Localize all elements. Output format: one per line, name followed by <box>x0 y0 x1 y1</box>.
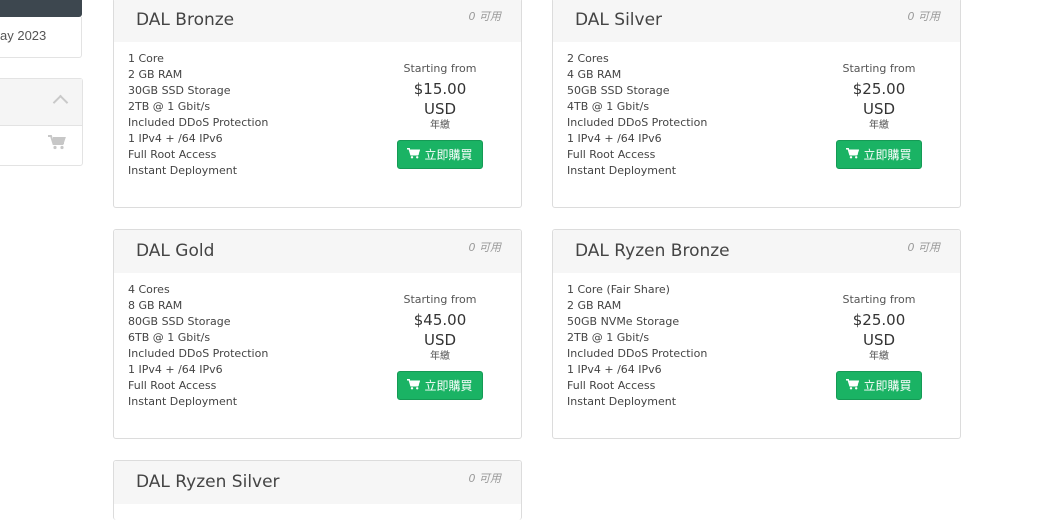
feature-item: Instant Deployment <box>128 395 238 408</box>
feature-item: Included DDoS Protection <box>567 347 708 360</box>
order-now-label: 立即購買 <box>424 148 473 162</box>
product-card-dal-silver: DAL Silver 0 可用 2 Cores 4 GB RAM 50GB SS… <box>552 0 961 208</box>
cart-icon <box>407 378 421 393</box>
feature-item: Full Root Access <box>128 379 217 392</box>
availability-count: 0 可用 <box>468 241 502 254</box>
feature-item: 8 GB RAM <box>128 299 183 312</box>
feature-item: Instant Deployment <box>567 164 677 177</box>
price-value: $15.00 USD <box>413 80 467 118</box>
feature-item: 1 Core <box>128 52 164 65</box>
feature-item: 1 IPv4 + /64 IPv6 <box>567 132 662 145</box>
product-card-header: DAL Bronze 0 可用 <box>114 0 521 42</box>
billing-cycle: 年繳 <box>869 351 889 362</box>
feature-item: 30GB SSD Storage <box>128 84 231 97</box>
feature-item: 1 Core (Fair Share) <box>567 283 670 296</box>
feature-item: 2TB @ 1 Gbit/s <box>567 331 650 344</box>
product-title: DAL Ryzen Bronze <box>575 241 730 261</box>
order-now-button[interactable]: 立即購買 <box>836 140 922 169</box>
cart-icon <box>407 147 421 162</box>
product-card-dal-ryzen-silver: DAL Ryzen Silver 0 可用 <box>113 460 522 520</box>
availability-count: 0 可用 <box>907 10 941 23</box>
feature-item: Full Root Access <box>567 148 656 161</box>
cart-icon[interactable] <box>48 135 66 155</box>
feature-item: 4TB @ 1 Gbit/s <box>567 100 650 113</box>
product-card-header: DAL Gold 0 可用 <box>114 230 521 273</box>
feature-item: 2 Cores <box>567 52 609 65</box>
billing-cycle: 年繳 <box>869 120 889 131</box>
feature-item: Included DDoS Protection <box>567 116 708 129</box>
product-card-header: DAL Ryzen Silver 0 可用 <box>114 461 521 504</box>
price-box: Starting from $15.00 USD 年繳 立即購買 <box>396 62 484 169</box>
price-box: Starting from $25.00 USD 年繳 立即購買 <box>835 293 923 400</box>
feature-item: Full Root Access <box>128 148 217 161</box>
starting-from-label: Starting from <box>403 293 477 306</box>
price-box: Starting from $25.00 USD 年繳 立即購買 <box>835 62 923 169</box>
order-now-button[interactable]: 立即購買 <box>836 371 922 400</box>
product-title: DAL Gold <box>136 241 215 261</box>
product-card-dal-ryzen-bronze: DAL Ryzen Bronze 0 可用 1 Core (Fair Share… <box>552 229 961 439</box>
sidebar-panel-header[interactable] <box>0 79 82 126</box>
price-value: $25.00 USD <box>852 311 906 349</box>
product-card-header: DAL Silver 0 可用 <box>553 0 960 42</box>
feature-item: 1 IPv4 + /64 IPv6 <box>128 132 223 145</box>
feature-item: Included DDoS Protection <box>128 347 269 360</box>
feature-list: 1 Core 2 GB RAM 30GB SSD Storage 2TB @ 1… <box>128 51 268 179</box>
product-title: DAL Silver <box>575 10 663 30</box>
feature-item: 50GB SSD Storage <box>567 84 670 97</box>
price-value: $45.00 USD <box>413 311 467 349</box>
feature-list: 2 Cores 4 GB RAM 50GB SSD Storage 4TB @ … <box>567 51 707 179</box>
starting-from-label: Starting from <box>842 293 916 306</box>
order-now-label: 立即購買 <box>863 148 912 162</box>
order-now-button[interactable]: 立即購買 <box>397 140 483 169</box>
billing-cycle: 年繳 <box>430 351 450 362</box>
order-now-label: 立即購買 <box>424 379 473 393</box>
product-title: DAL Bronze <box>136 10 235 30</box>
order-now-button[interactable]: 立即購買 <box>397 371 483 400</box>
feature-item: Included DDoS Protection <box>128 116 269 129</box>
product-card-dal-bronze: DAL Bronze 0 可用 1 Core 2 GB RAM 30GB SSD… <box>113 0 522 208</box>
product-card-dal-gold: DAL Gold 0 可用 4 Cores 8 GB RAM 80GB SSD … <box>113 229 522 439</box>
sidebar-cart-panel <box>0 78 83 166</box>
availability-count: 0 可用 <box>907 241 941 254</box>
order-now-label: 立即購買 <box>863 379 912 393</box>
sidebar-date-text: ay 2023 <box>0 28 47 43</box>
sidebar-dark-header <box>0 0 82 17</box>
product-title: DAL Ryzen Silver <box>136 472 280 492</box>
feature-item: Full Root Access <box>567 379 656 392</box>
cart-icon <box>846 147 860 162</box>
feature-item: Instant Deployment <box>128 164 238 177</box>
feature-item: 80GB SSD Storage <box>128 315 231 328</box>
availability-count: 0 可用 <box>468 472 502 485</box>
feature-list: 4 Cores 8 GB RAM 80GB SSD Storage 6TB @ … <box>128 282 268 410</box>
feature-item: 2 GB RAM <box>567 299 622 312</box>
availability-count: 0 可用 <box>468 10 502 23</box>
feature-item: 4 GB RAM <box>567 68 622 81</box>
price-value: $25.00 USD <box>852 80 906 118</box>
chevron-up-icon[interactable] <box>52 94 69 111</box>
feature-item: 50GB NVMe Storage <box>567 315 680 328</box>
feature-item: 6TB @ 1 Gbit/s <box>128 331 211 344</box>
feature-list: 1 Core (Fair Share) 2 GB RAM 50GB NVMe S… <box>567 282 707 410</box>
feature-item: 2TB @ 1 Gbit/s <box>128 100 211 113</box>
feature-item: Instant Deployment <box>567 395 677 408</box>
cart-icon <box>846 378 860 393</box>
feature-item: 1 IPv4 + /64 IPv6 <box>567 363 662 376</box>
product-card-header: DAL Ryzen Bronze 0 可用 <box>553 230 960 273</box>
starting-from-label: Starting from <box>842 62 916 75</box>
feature-item: 1 IPv4 + /64 IPv6 <box>128 363 223 376</box>
feature-item: 4 Cores <box>128 283 170 296</box>
billing-cycle: 年繳 <box>430 120 450 131</box>
feature-item: 2 GB RAM <box>128 68 183 81</box>
starting-from-label: Starting from <box>403 62 477 75</box>
price-box: Starting from $45.00 USD 年繳 立即購買 <box>396 293 484 400</box>
